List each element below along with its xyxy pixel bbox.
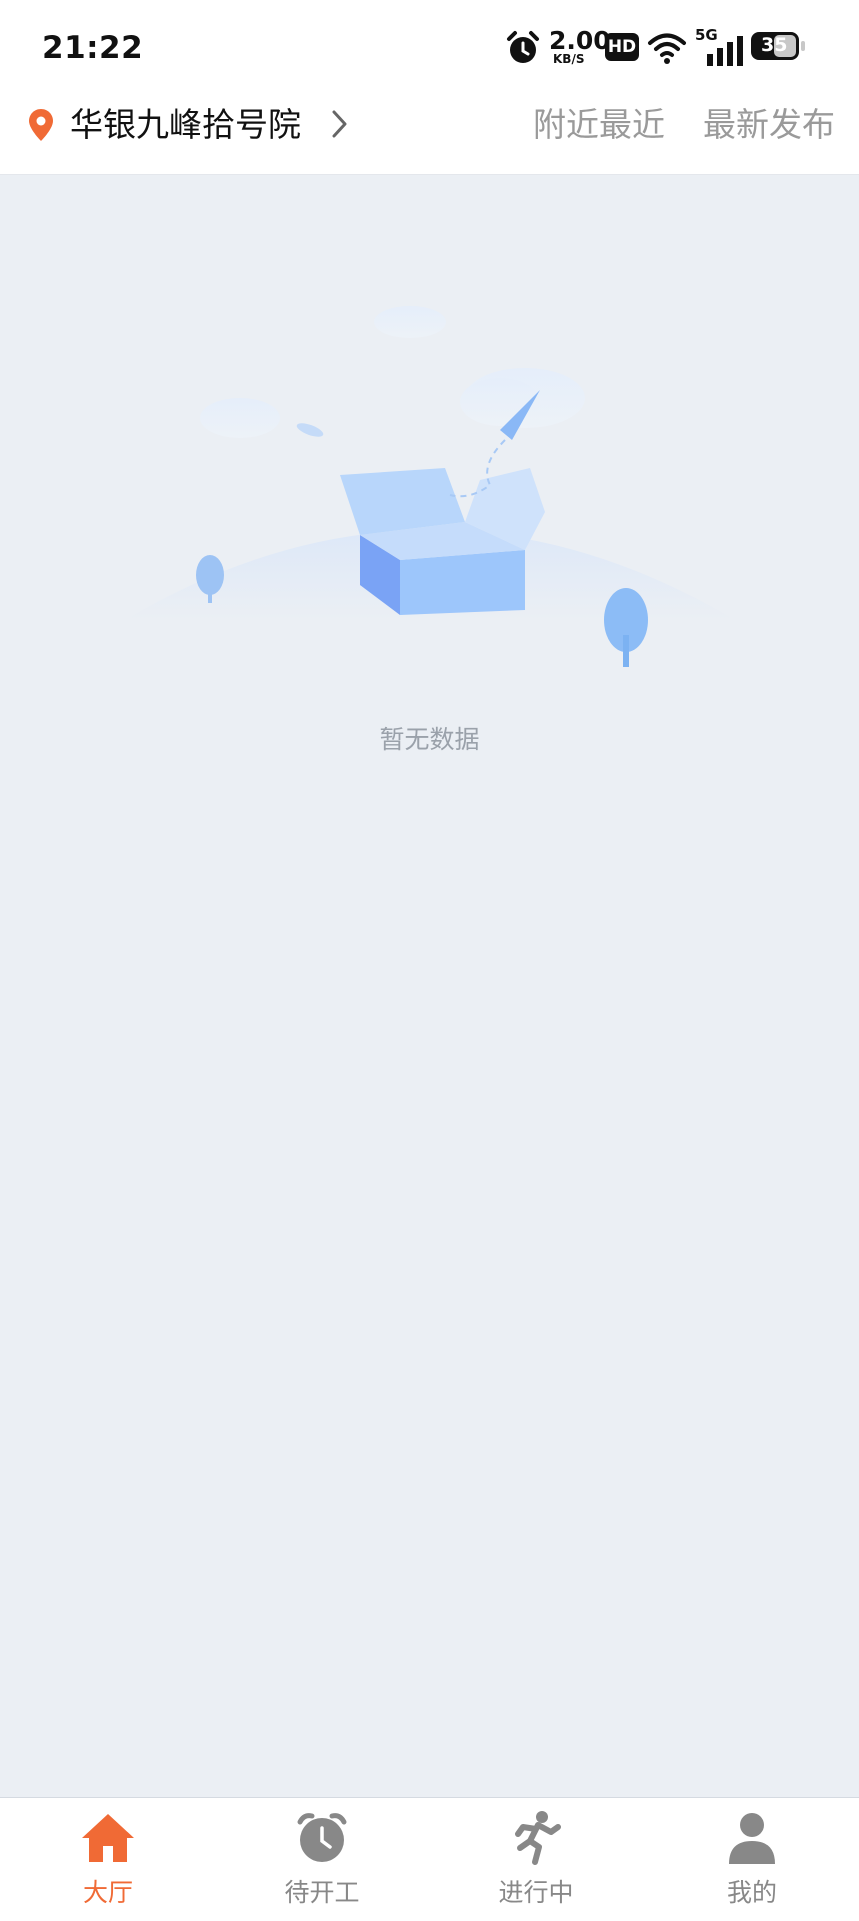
empty-box-illustration xyxy=(125,306,735,667)
location-pin-icon[interactable] xyxy=(28,108,54,142)
signal-icon: 5G xyxy=(695,26,743,66)
network-speed: 2.00 KB/S xyxy=(549,26,611,66)
nav-label: 大厅 xyxy=(82,1878,133,1907)
status-bar: 21:22 2.00 KB/S HD 5G 35 xyxy=(0,0,859,92)
nav-item-in-progress[interactable]: 进行中 xyxy=(466,1798,606,1921)
nav-label: 待开工 xyxy=(284,1878,360,1907)
alarm-icon xyxy=(507,31,539,63)
battery-icon: 35 xyxy=(751,32,805,60)
chevron-right-icon[interactable] xyxy=(330,108,350,140)
alarm-clock-icon xyxy=(297,1813,347,1862)
nav-item-hall[interactable]: 大厅 xyxy=(38,1798,178,1921)
bottom-nav: 大厅 待开工 进行中 我的 xyxy=(0,1797,859,1921)
person-icon xyxy=(729,1813,775,1864)
status-time: 21:22 xyxy=(42,30,144,66)
location-name[interactable]: 华银九峰拾号院 xyxy=(70,100,301,150)
hd-icon: HD xyxy=(605,33,639,61)
tab-nearby[interactable]: 附近最近 xyxy=(533,100,665,150)
nav-label: 进行中 xyxy=(498,1878,574,1907)
home-icon xyxy=(82,1814,134,1862)
header: 华银九峰拾号院 附近最近 最新发布 xyxy=(0,92,859,175)
wifi-icon xyxy=(648,33,686,64)
nav-item-mine[interactable]: 我的 xyxy=(682,1798,822,1921)
nav-item-pending[interactable]: 待开工 xyxy=(252,1798,392,1921)
running-icon xyxy=(515,1811,561,1865)
nav-label: 我的 xyxy=(726,1878,777,1907)
empty-message: 暂无数据 xyxy=(379,725,480,754)
tab-newest[interactable]: 最新发布 xyxy=(703,100,835,150)
status-icons: 2.00 KB/S HD 5G 35 xyxy=(505,26,805,70)
